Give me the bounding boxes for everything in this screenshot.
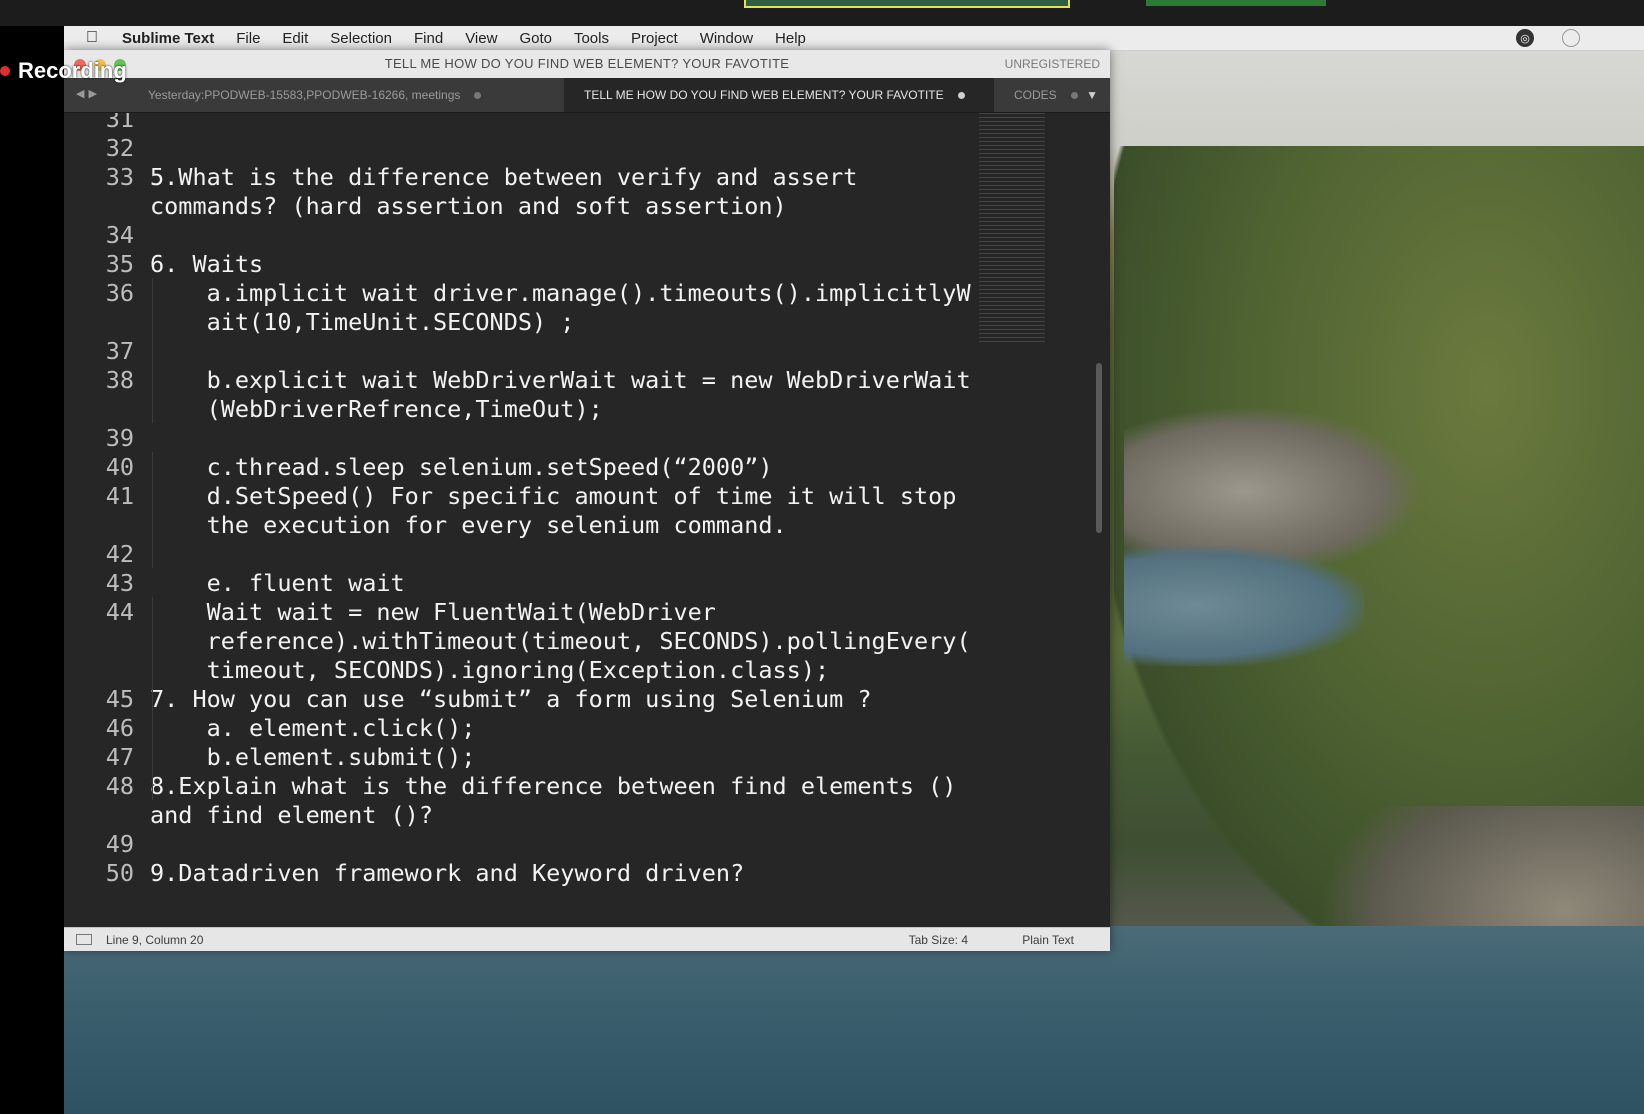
code-line: 5.What is the difference between verify … (150, 163, 858, 191)
syntax-indicator[interactable]: Plain Text (1022, 933, 1074, 947)
menu-selection[interactable]: Selection (330, 30, 392, 47)
line-number: 36 (105, 279, 134, 307)
code-line: 8.Explain what is the difference between… (150, 772, 957, 800)
code-line: e. fluent wait (150, 569, 405, 597)
line-number: 43 (105, 569, 134, 597)
line-number: 40 (105, 453, 134, 481)
unsaved-dot-icon[interactable] (474, 91, 482, 99)
menu-file[interactable]: File (236, 30, 260, 47)
menu-find[interactable]: Find (414, 30, 443, 47)
line-number: 48 (105, 772, 134, 800)
code-line: ait(10,TimeUnit.SECONDS) ; (150, 308, 575, 336)
video-thumbnail-active[interactable] (744, 0, 1070, 8)
tab-codes[interactable]: CODES (1004, 78, 1094, 112)
wallpaper-inlet (1124, 546, 1364, 666)
recording-indicator: Recording (0, 56, 127, 86)
code-line: commands? (hard assertion and soft asser… (150, 192, 787, 220)
line-number: 32 (105, 134, 134, 162)
code-line: reference).withTimeout(timeout, SECONDS)… (150, 627, 971, 655)
code-line: a.implicit wait driver.manage().timeouts… (150, 279, 971, 307)
menu-edit[interactable]: Edit (282, 30, 308, 47)
tab-active-document[interactable]: TELL ME HOW DO YOU FIND WEB ELEMENT? YOU… (564, 78, 994, 112)
code-line: Wait wait = new FluentWait(WebDriver (150, 598, 716, 626)
status-circle-icon[interactable] (1562, 29, 1580, 47)
line-number: 47 (105, 743, 134, 771)
registration-status: UNREGISTERED (1004, 57, 1100, 71)
menu-project[interactable]: Project (631, 30, 678, 47)
tab-dropdown-icon[interactable]: ▼ (1086, 88, 1098, 102)
code-line: b.element.submit(); (150, 743, 476, 771)
code-line: timeout, SECONDS).ignoring(Exception.cla… (150, 656, 830, 684)
recording-dot-icon (0, 66, 10, 76)
line-number: 33 (105, 163, 134, 191)
unsaved-dot-icon[interactable] (957, 91, 965, 99)
menu-bar:  Sublime Text File Edit Selection Find … (64, 26, 1644, 51)
code-line: 9.Datadriven framework and Keyword drive… (150, 859, 745, 887)
line-number: 38 (105, 366, 134, 394)
line-number: 44 (105, 598, 134, 626)
tab-label: TELL ME HOW DO YOU FIND WEB ELEMENT? YOU… (584, 88, 944, 102)
menu-tools[interactable]: Tools (574, 30, 609, 47)
code-line: 6. Waits (150, 250, 264, 278)
tab-label: Yesterday:PPODWEB-15583,PPODWEB-16266, m… (148, 88, 461, 102)
code-line: the execution for every selenium command… (150, 511, 787, 539)
recording-label: Recording (18, 58, 127, 83)
code-line: 7. How you can use “submit” a form using… (150, 685, 872, 713)
globe-icon[interactable]: ◎ (1516, 29, 1534, 47)
line-number: 45 (105, 685, 134, 713)
panel-toggle-icon[interactable] (76, 934, 92, 945)
line-number: 34 (105, 221, 134, 249)
line-number-gutter: 31 32 33 34 35 36 37 38 39 40 41 42 43 44 45 46 47 48 49 50 (64, 113, 134, 927)
menu-goto[interactable]: Goto (519, 30, 552, 47)
menu-view[interactable]: View (465, 30, 497, 47)
code-line: d.SetSpeed() For specific amount of time… (150, 482, 957, 510)
line-number: 35 (105, 250, 134, 278)
line-number: 50 (105, 859, 134, 887)
apple-icon[interactable]:  (86, 30, 106, 46)
screen-share-thumbnail-strip (0, 0, 1644, 26)
left-black-area (0, 26, 64, 1114)
tab-label: CODES (1014, 88, 1057, 102)
status-bar: Line 9, Column 20 Tab Size: 4 Plain Text (64, 927, 1110, 951)
tab-size-indicator[interactable]: Tab Size: 4 (909, 933, 968, 947)
window-title: TELL ME HOW DO YOU FIND WEB ELEMENT? YOU… (384, 56, 790, 71)
line-number: 49 (105, 830, 134, 858)
line-number: 46 (105, 714, 134, 742)
line-number: 37 (105, 337, 134, 365)
cursor-position: Line 9, Column 20 (106, 932, 204, 947)
tab-nav-arrows-icon[interactable]: ◀▶ (76, 87, 101, 100)
menu-help[interactable]: Help (775, 30, 806, 47)
line-number: 42 (105, 540, 134, 568)
code-line: (WebDriverRefrence,TimeOut); (150, 395, 603, 423)
menu-window[interactable]: Window (700, 30, 753, 47)
wallpaper-sea (64, 926, 1644, 1114)
video-thumbnail[interactable] (1146, 0, 1326, 6)
indent-guide (152, 597, 153, 742)
code-text-area[interactable]: 5.What is the difference between verify … (150, 113, 971, 927)
indent-guide (152, 452, 153, 568)
line-number: 39 (105, 424, 134, 452)
code-line: b.explicit wait WebDriverWait wait = new… (150, 366, 971, 394)
minimap[interactable] (979, 113, 1045, 345)
tab-yesterday[interactable]: Yesterday:PPODWEB-15583,PPODWEB-16266, m… (138, 78, 568, 112)
menu-app-name[interactable]: Sublime Text (122, 30, 214, 47)
indent-guide (152, 278, 153, 423)
tab-bar: ◀▶ Yesterday:PPODWEB-15583,PPODWEB-16266… (64, 78, 1110, 113)
line-number: 41 (105, 482, 134, 510)
window-titlebar[interactable]: TELL ME HOW DO YOU FIND WEB ELEMENT? YOU… (64, 50, 1110, 79)
code-line: a. element.click(); (150, 714, 476, 742)
unsaved-dot-icon[interactable] (1070, 91, 1078, 99)
code-line: and find element ()? (150, 801, 433, 829)
code-line: c.thread.sleep selenium.setSpeed(“2000”) (150, 453, 773, 481)
editor-area[interactable]: 31 32 33 34 35 36 37 38 39 40 41 42 43 44 45 46 47 48 49 50… (64, 113, 1110, 927)
vertical-scrollbar[interactable] (1096, 363, 1102, 533)
indent-guide (152, 742, 153, 800)
sublime-window: TELL ME HOW DO YOU FIND WEB ELEMENT? YOU… (64, 50, 1110, 951)
line-number: 31 (105, 113, 134, 133)
